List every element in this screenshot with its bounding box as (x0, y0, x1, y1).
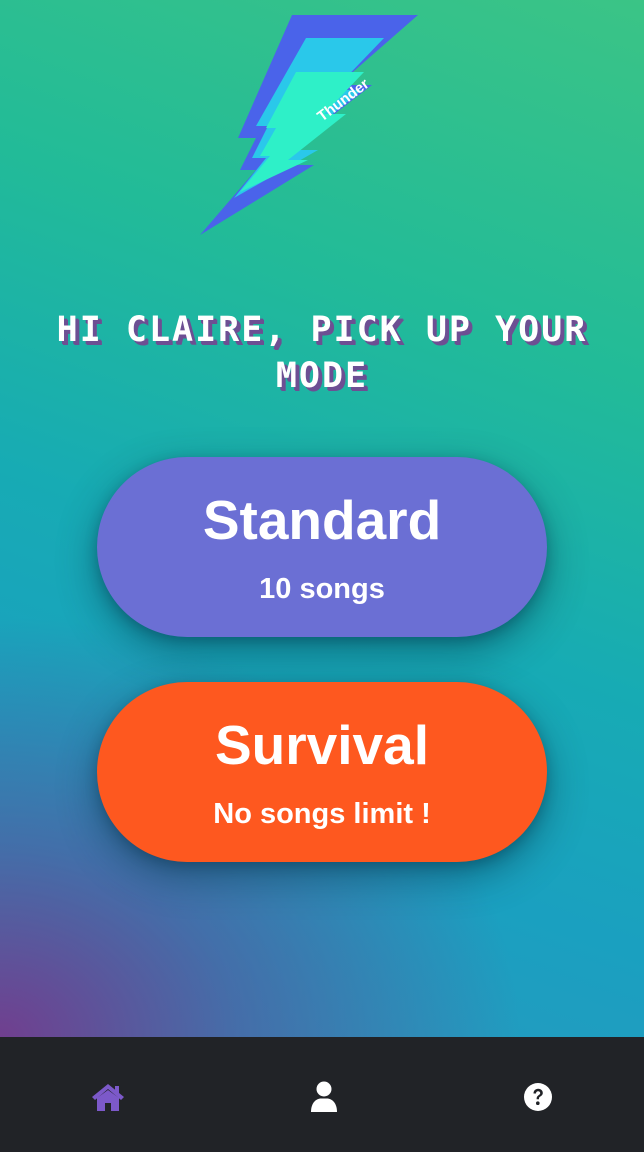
tab-home[interactable] (88, 1079, 128, 1115)
home-screen: Thunder HI CLAIRE, PICK UP YOUR MODE Sta… (0, 0, 644, 1037)
home-icon (92, 1084, 124, 1111)
mode-title: Standard (202, 489, 442, 551)
user-icon (311, 1081, 337, 1112)
mode-subtitle: No songs limit ! (213, 798, 431, 830)
tab-profile[interactable] (304, 1079, 344, 1115)
help-circle-icon (524, 1083, 552, 1111)
mode-subtitle: 10 songs (259, 573, 385, 605)
tab-help[interactable] (518, 1079, 558, 1115)
thunder-logo: Thunder (196, 10, 426, 242)
mode-title: Survival (214, 714, 429, 776)
greeting-title: HI CLAIRE, PICK UP YOUR MODE (56, 310, 588, 396)
survival-mode-button[interactable]: Survival No songs limit ! (97, 682, 547, 862)
standard-mode-button[interactable]: Standard 10 songs (97, 457, 547, 637)
lightning-bolt-icon: Thunder (200, 15, 418, 235)
